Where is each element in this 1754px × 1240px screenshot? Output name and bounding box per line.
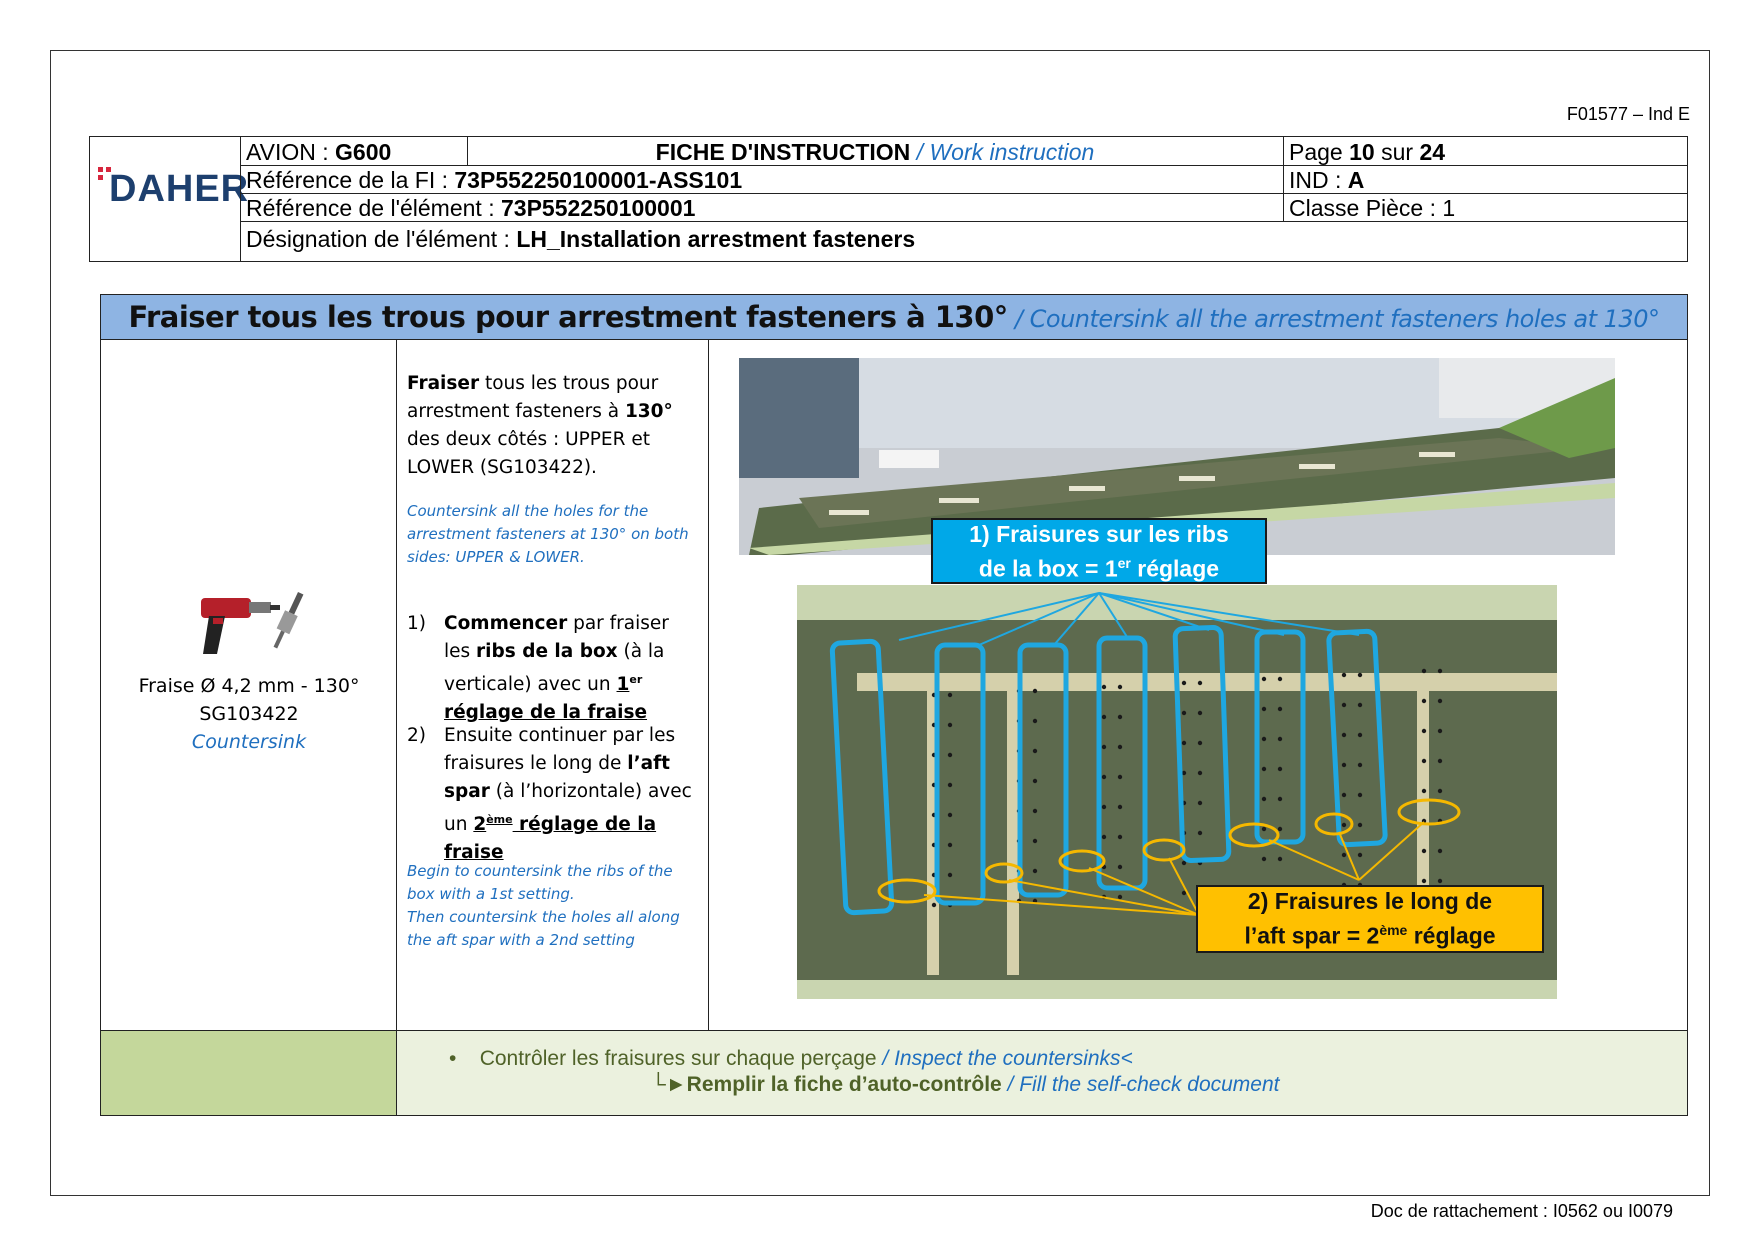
step-title: Fraiser tous les trous pour arrestment f… [101, 295, 1687, 340]
attachment-reference: Doc de rattachement : I0562 ou I0079 [1370, 1201, 1673, 1221]
check-row-label-cell [101, 1031, 397, 1115]
self-check-line: └►Remplir la fiche d’auto-contrôle / Fil… [651, 1073, 1280, 1096]
logo-text: DAHER [109, 168, 250, 210]
tool-en: Countersink [191, 731, 307, 753]
steps-en-2: Then countersink the holes all along the… [407, 908, 680, 949]
tool-column: Fraise Ø 4,2 mm - 130° SG103422 Counters… [101, 340, 397, 1030]
check-row-content: • Contrôler les fraisures sur chaque per… [397, 1031, 1687, 1115]
ref-element: Référence de l'élément : 73P552250100001 [246, 195, 696, 221]
fiche-title: FICHE D'INSTRUCTION / Work instruction [655, 139, 1095, 165]
photo-column: 1) Fraisures sur les ribs de la box = 1e… [709, 340, 1687, 1030]
steps-en-1: Begin to countersink the ribs of the box… [407, 862, 673, 903]
check-row: • Contrôler les fraisures sur chaque per… [101, 1030, 1687, 1115]
designation: Désignation de l'élément : LH_Installati… [246, 226, 916, 252]
callout-ribs: 1) Fraisures sur les ribs de la box = 1e… [931, 518, 1267, 584]
drill-icon [201, 592, 304, 654]
form-reference: F01577 – Ind E [1566, 104, 1690, 124]
avion-cell: AVION : G600 [246, 139, 392, 165]
intro-en: Countersink all the holes for the arrest… [407, 502, 689, 566]
daher-logo: DAHER [90, 137, 260, 261]
tool-name: Fraise Ø 4,2 mm - 130° [138, 675, 360, 697]
classe-piece: Classe Pièce : 1 [1289, 195, 1456, 221]
ref-fi: Référence de la FI : 73P552250100001-ASS… [246, 167, 743, 193]
instruction-column: Fraiser tous les trous pour arrestment f… [397, 340, 709, 1030]
callout-aft-spar: 2) Fraisures le long de l’aft spar = 2èm… [1196, 885, 1544, 953]
step-table: Fraiser tous les trous pour arrestment f… [100, 294, 1688, 1116]
check-item: • Contrôler les fraisures sur chaque per… [449, 1047, 1133, 1070]
intro-fr: Fraiser tous les trous pour arrestment f… [407, 373, 673, 478]
page-number: Page 10 sur 24 [1289, 139, 1446, 165]
header-table: DAHER AVION : G600 FICHE D'INSTRUCTION /… [89, 136, 1688, 262]
ind: IND : A [1289, 167, 1365, 193]
tool-ref: SG103422 [199, 703, 299, 725]
